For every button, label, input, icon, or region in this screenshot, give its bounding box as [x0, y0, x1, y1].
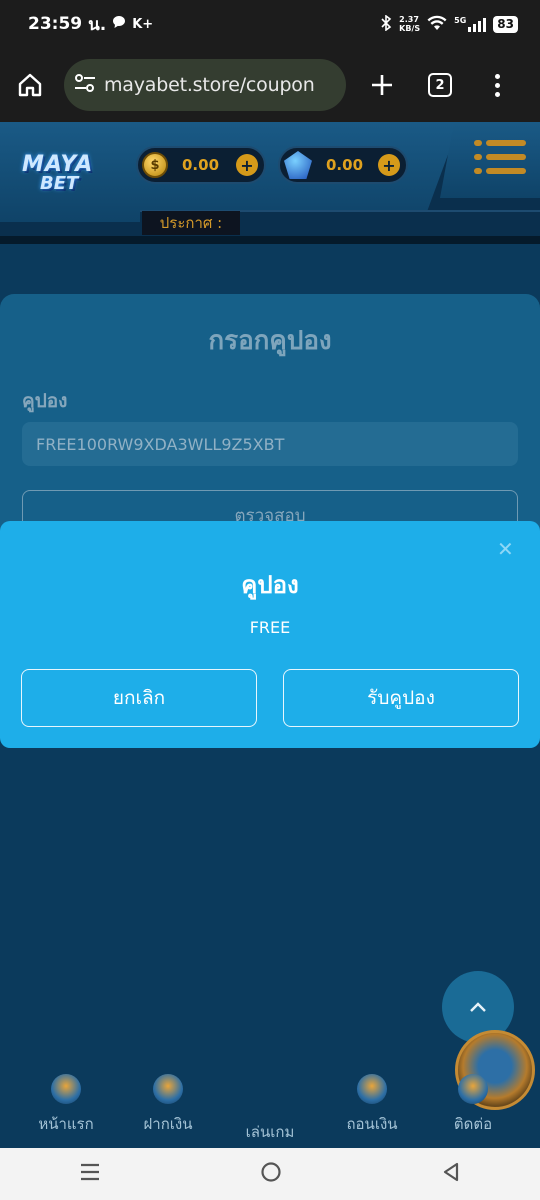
- deposit-icon: [153, 1074, 183, 1104]
- network-type: 5G: [454, 16, 467, 25]
- address-bar[interactable]: mayabet.store/coupon: [64, 59, 346, 111]
- browser-toolbar: mayabet.store/coupon 2: [0, 48, 540, 122]
- tune-icon[interactable]: [74, 73, 96, 97]
- status-bar: 23:59 น. K+ 2.37 KB/S 5G 83: [0, 0, 540, 48]
- announcement-label: ประกาศ :: [142, 211, 240, 235]
- close-icon[interactable]: ✕: [497, 537, 514, 561]
- network-speed: 2.37 KB/S: [399, 15, 421, 33]
- recents-icon[interactable]: [80, 1163, 100, 1185]
- clock: 23:59: [28, 14, 83, 34]
- more-vert-icon[interactable]: [492, 73, 502, 97]
- coin-balance: 0.00: [182, 156, 220, 174]
- nav-withdraw[interactable]: ถอนเงิน: [327, 1074, 417, 1136]
- signal-icon: 5G: [454, 16, 487, 32]
- battery-indicator: 83: [493, 15, 518, 33]
- coupon-input[interactable]: FREE100RW9XDA3WLL9Z5XBT: [22, 422, 518, 466]
- home-icon: [18, 73, 42, 97]
- hamburger-menu-icon[interactable]: [474, 140, 526, 174]
- system-nav-bar: [0, 1148, 540, 1200]
- withdraw-icon: [357, 1074, 387, 1104]
- nav-contact[interactable]: ติดต่อ: [428, 1074, 518, 1136]
- add-gem-button[interactable]: +: [378, 154, 400, 176]
- tab-switcher-button[interactable]: 2: [428, 73, 452, 97]
- coin-wallet: $ 0.00 +: [136, 146, 266, 184]
- bottom-nav: หน้าแรก ฝากเงิน เล่นเกม ถอนเงิน ติดต่อ: [0, 1030, 540, 1148]
- chevron-up-icon: [470, 1002, 486, 1012]
- coupon-form: กรอกคูปอง คูปอง FREE100RW9XDA3WLL9Z5XBT …: [0, 294, 540, 554]
- carrier-label: K+: [132, 16, 154, 32]
- coupon-field-label: คูปอง: [22, 390, 68, 412]
- cancel-button[interactable]: ยกเลิก: [21, 669, 257, 727]
- new-tab-button[interactable]: [366, 69, 398, 101]
- contact-icon: [458, 1074, 488, 1104]
- back-icon[interactable]: [442, 1162, 460, 1186]
- page-title: กรอกคูปอง: [208, 326, 332, 356]
- add-coin-button[interactable]: +: [236, 154, 258, 176]
- gem-icon: [284, 151, 312, 179]
- announcement-bar: ประกาศ :: [0, 210, 540, 236]
- wifi-icon: [427, 15, 447, 34]
- nav-deposit[interactable]: ฝากเงิน: [123, 1074, 213, 1136]
- coupon-dialog: ✕ คูปอง FREE ยกเลิก รับคูปอง: [0, 521, 540, 748]
- site-header: MAYA BET $ 0.00 + 0.00 + ประกาศ :: [0, 122, 540, 244]
- nav-home[interactable]: หน้าแรก: [21, 1074, 111, 1136]
- coin-icon: $: [142, 152, 168, 178]
- dialog-message: FREE: [249, 618, 291, 637]
- gem-balance: 0.00: [326, 156, 364, 174]
- url-text: mayabet.store/coupon: [104, 74, 315, 96]
- home-nav-icon: [51, 1074, 81, 1104]
- browser-home-button[interactable]: [0, 55, 60, 115]
- plus-icon: [372, 75, 392, 95]
- nav-play-game[interactable]: เล่นเกม: [225, 1030, 535, 1144]
- home-circle-icon[interactable]: [260, 1161, 282, 1187]
- claim-coupon-button[interactable]: รับคูปอง: [283, 669, 519, 727]
- gem-wallet: 0.00 +: [278, 146, 408, 184]
- bluetooth-icon: [380, 13, 392, 34]
- site-logo[interactable]: MAYA BET: [22, 152, 122, 208]
- clock-suffix: น.: [88, 14, 107, 35]
- chat-bubble-icon: [112, 15, 126, 33]
- dialog-title: คูปอง: [241, 571, 299, 599]
